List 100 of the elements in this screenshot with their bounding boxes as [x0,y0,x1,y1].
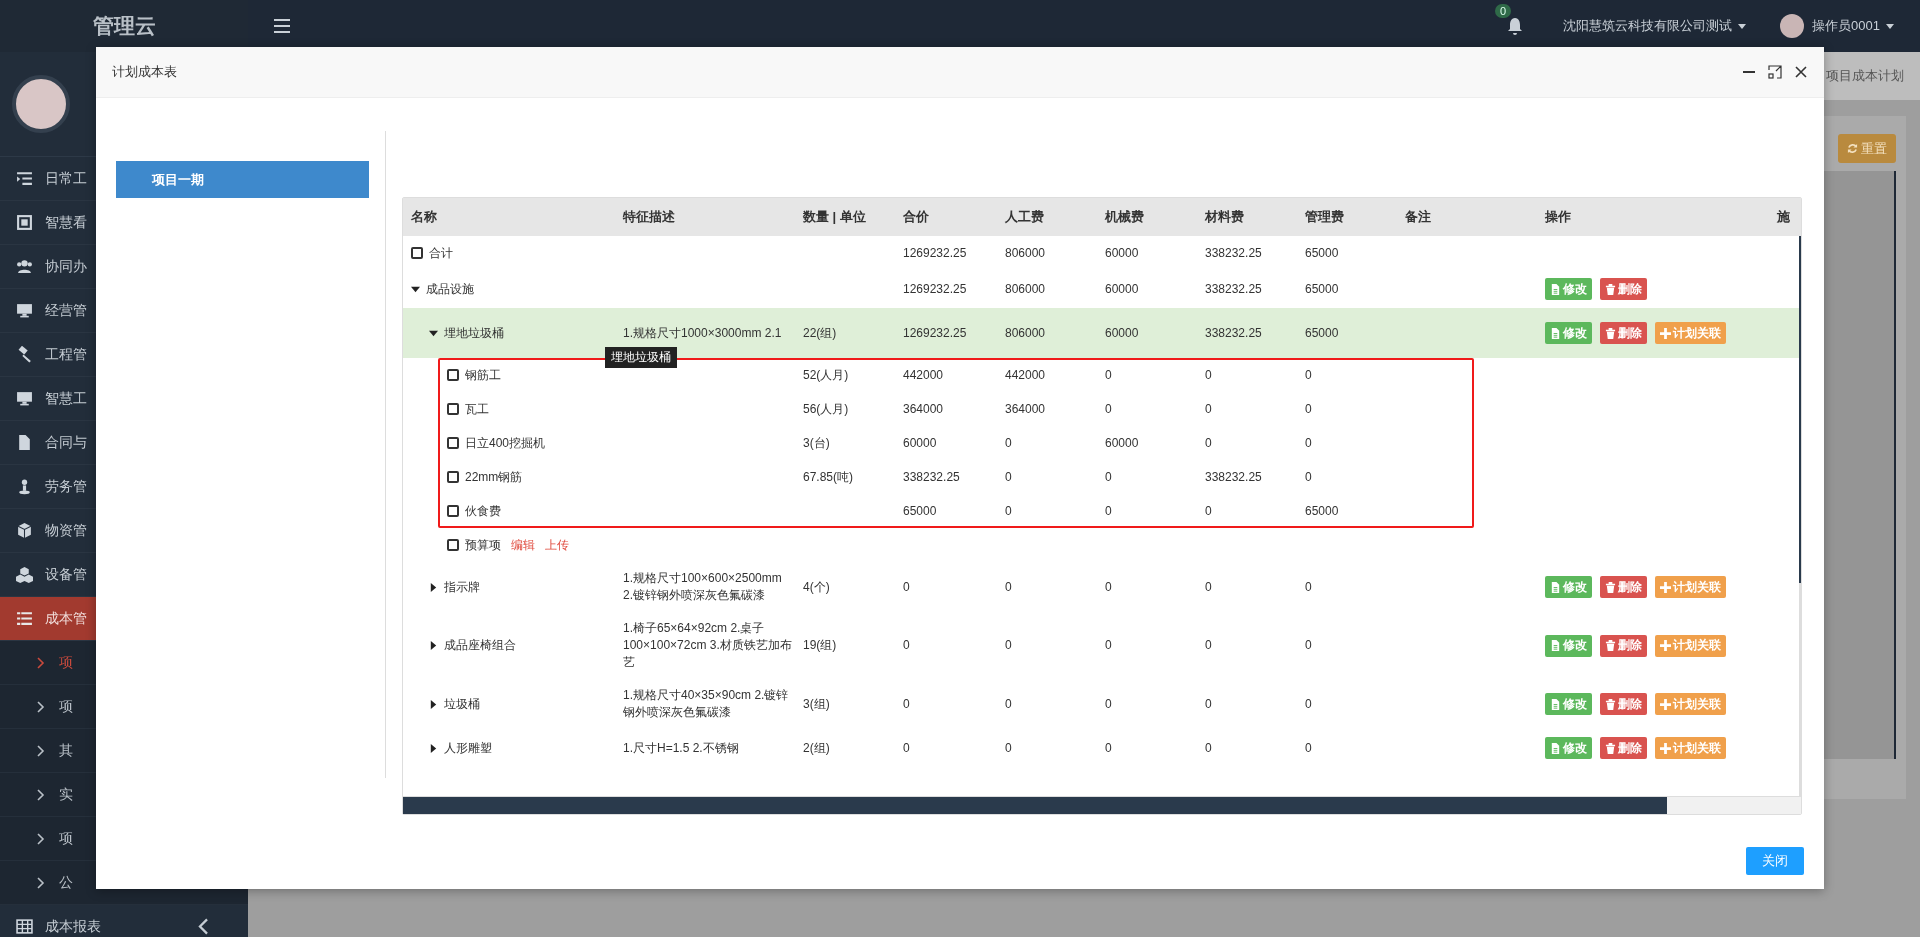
checkbox[interactable] [447,369,459,381]
total-price: 0 [903,638,910,652]
caret-right-icon[interactable] [429,641,438,650]
link-button[interactable]: 计划关联 [1655,576,1726,598]
close-icon[interactable] [1794,65,1808,79]
total-price: 1269232.25 [903,281,967,296]
labor-cost: 0 [1005,503,1012,518]
feature-description: 1.椅子65×64×92cm 2.桌子100×100×72cm 3.材质铁艺加布艺 [623,621,792,669]
dialog-title: 计划成本表 [112,63,178,81]
total-price: 0 [903,696,910,711]
person-icon [16,478,33,495]
notification-badge: 0 [1495,4,1512,18]
labor-cost: 806000 [1005,281,1046,296]
labor-cost: 0 [1005,638,1012,652]
reset-button[interactable]: 重置 [1838,134,1896,163]
total-price: 65000 [903,503,937,518]
maximize-icon[interactable] [1768,65,1782,79]
feature-description: 1.规格尺寸100×600×2500mm 2.镀锌钢外喷深灰色氟碳漆 [623,571,782,602]
list-icon [16,610,33,627]
edit-button[interactable]: 修改 [1545,737,1592,759]
plus-icon [1660,581,1671,593]
gavel-icon [16,346,33,363]
delete-button[interactable]: 删除 [1600,278,1647,300]
chevron-right-icon [36,876,45,889]
plus-icon [1660,698,1671,710]
item-name: 合计 [429,244,453,262]
vertical-scrollbar[interactable] [1799,236,1801,796]
caret-down-icon[interactable] [411,284,420,294]
column-header: 特征描述 [622,208,676,226]
material-cost: 0 [1205,401,1212,416]
close-button[interactable]: 关闭 [1746,846,1804,875]
material-cost: 0 [1205,696,1212,711]
checkbox[interactable] [447,471,459,483]
machinery-cost: 0 [1105,503,1112,518]
checkbox[interactable] [447,437,459,449]
link-button[interactable]: 计划关联 [1655,737,1726,759]
delete-button[interactable]: 删除 [1600,693,1647,715]
caret-down-icon[interactable] [429,328,438,338]
trash-icon [1605,581,1616,593]
management-cost: 0 [1305,435,1312,450]
management-cost: 65000 [1305,245,1339,260]
plus-icon [1660,327,1671,339]
horizontal-scrollbar[interactable] [403,796,1801,814]
material-cost: 0 [1205,367,1212,382]
item-name: 成品设施 [426,280,474,298]
machinery-cost: 60000 [1105,325,1139,340]
text-link[interactable]: 上传 [545,536,569,554]
column-header: 材料费 [1204,208,1245,226]
column-header: 人工费 [1004,208,1045,226]
company-dropdown[interactable]: 沈阳慧筑云科技有限公司测试 [1563,17,1747,35]
caret-right-icon[interactable] [429,582,438,592]
item-name: 瓦工 [465,400,489,418]
quantity-unit: 3(组) [803,696,830,711]
column-header: 数量 | 单位 [802,208,867,226]
menu-icon[interactable] [274,19,290,33]
column-header: 备注 [1404,208,1432,226]
delete-button[interactable]: 删除 [1600,576,1647,598]
edit-button[interactable]: 修改 [1545,322,1592,344]
link-button[interactable]: 计划关联 [1655,634,1726,657]
cube-icon [16,522,33,539]
edit-button[interactable]: 修改 [1545,278,1592,300]
caret-right-icon[interactable] [429,699,438,709]
cubes-icon [16,566,33,583]
quantity-unit: 19(组) [803,638,837,652]
total-price: 442000 [903,367,944,382]
project-item[interactable]: 项目一期 [116,161,369,198]
total-price: 60000 [903,435,937,450]
edit-button[interactable]: 修改 [1545,576,1592,598]
column-header: 机械费 [1103,208,1145,226]
delete-button[interactable]: 删除 [1600,737,1647,759]
user-dropdown[interactable]: 操作员0001 [1812,17,1894,35]
link-button[interactable]: 计划关联 [1655,693,1726,715]
checkbox[interactable] [411,247,423,259]
total-price: 338232.25 [903,469,960,484]
link-button[interactable]: 计划关联 [1655,322,1726,344]
text-link[interactable]: 编辑 [511,536,535,554]
management-cost: 65000 [1305,281,1339,296]
file-icon [1550,581,1561,593]
checkbox[interactable] [447,403,459,415]
app-logo[interactable]: 管理云 [92,12,156,40]
management-cost: 0 [1305,740,1312,755]
caret-right-icon[interactable] [429,743,438,753]
item-name: 伙食费 [465,502,501,520]
delete-button[interactable]: 删除 [1600,634,1647,657]
page-tab[interactable]: 项目成本计划 [1826,67,1904,85]
refresh-icon [1847,143,1858,154]
file-icon [1550,283,1561,295]
quantity-unit: 22(组) [803,325,837,340]
checkbox[interactable] [447,539,459,551]
machinery-cost: 0 [1105,638,1112,652]
labor-cost: 806000 [1005,325,1046,340]
edit-button[interactable]: 修改 [1545,693,1592,715]
labor-cost: 364000 [1005,401,1046,416]
delete-button[interactable]: 删除 [1600,322,1647,344]
checkbox[interactable] [447,505,459,517]
trash-icon [1605,742,1616,754]
machinery-cost: 0 [1105,469,1112,484]
total-price: 364000 [903,401,944,416]
edit-button[interactable]: 修改 [1545,634,1592,657]
plus-icon [1660,742,1671,754]
